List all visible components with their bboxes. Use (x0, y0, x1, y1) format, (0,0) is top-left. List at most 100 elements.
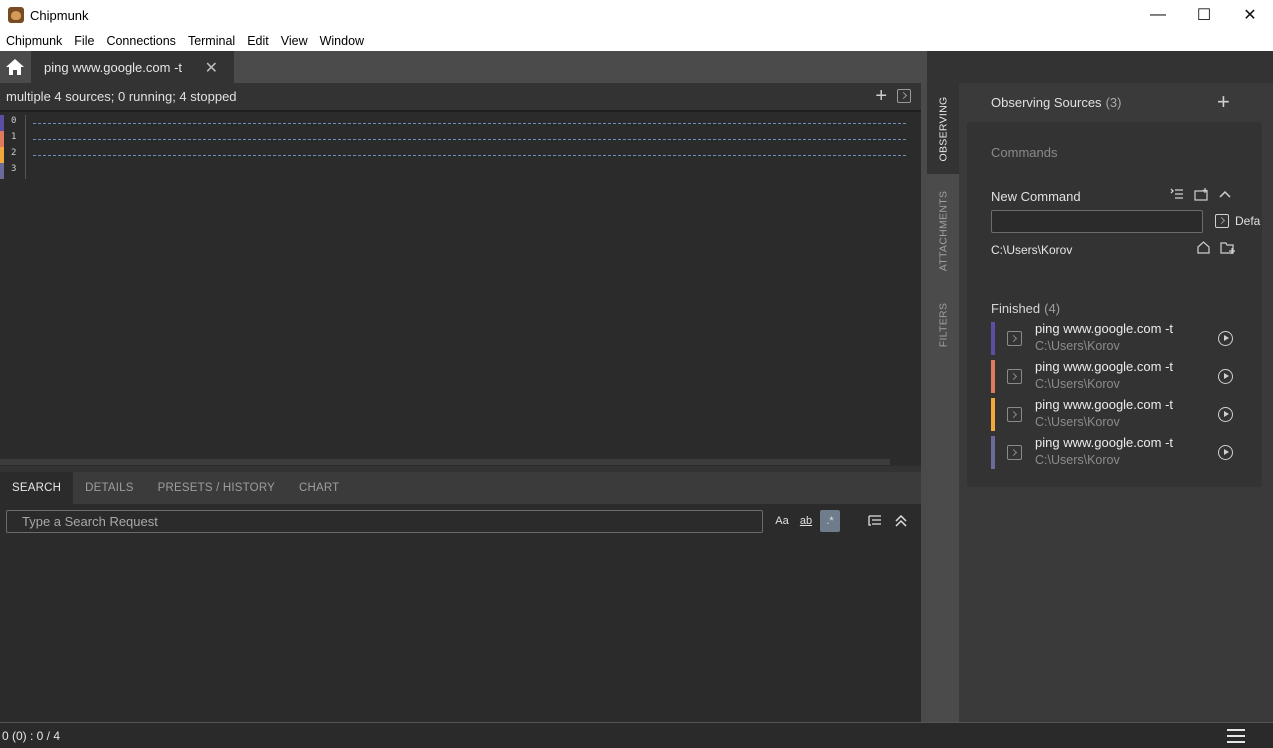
finished-path: C:\Users\Korov (1035, 453, 1120, 467)
source-color-marker (991, 436, 995, 469)
terminal-icon[interactable] (897, 89, 911, 103)
collapse-panel-icon[interactable] (892, 510, 910, 532)
source-color-marker (991, 398, 995, 431)
current-directory: C:\Users\Korov (991, 243, 1073, 257)
observing-sidebar: Observing Sources (3) + Commands New Comm… (959, 83, 1273, 722)
terminal-icon (1007, 369, 1022, 384)
play-icon[interactable] (1218, 369, 1233, 384)
finished-header: Finished (4) (991, 301, 1061, 316)
finished-command: ping www.google.com -t (1035, 397, 1174, 412)
row-separator (33, 139, 906, 140)
finished-command: ping www.google.com -t (1035, 359, 1174, 374)
menu-file[interactable]: File (68, 34, 100, 48)
stream-header: multiple 4 sources; 0 running; 4 stopped… (0, 83, 921, 110)
close-window-button[interactable]: ✕ (1227, 0, 1273, 30)
window-controls: — ☐ ✕ (1135, 0, 1273, 30)
add-source-icon[interactable]: + (875, 86, 887, 106)
row-separator (33, 155, 906, 156)
filter-list-icon[interactable] (866, 510, 884, 532)
source-color-marker (0, 115, 4, 131)
tab-search[interactable]: SEARCH (0, 472, 74, 504)
menu-icon[interactable] (1227, 729, 1245, 743)
maximize-button[interactable]: ☐ (1181, 0, 1227, 30)
terminal-icon (1007, 445, 1022, 460)
title-bar: Chipmunk — ☐ ✕ (0, 0, 1273, 30)
search-panel: Aa ab .* (0, 504, 921, 722)
output-row[interactable]: 1 (0, 131, 906, 147)
row-number: 0 (11, 116, 17, 126)
tab-presets-history[interactable]: PRESETS / HISTORY (146, 472, 287, 504)
source-color-marker (991, 360, 995, 393)
source-color-marker (0, 131, 4, 147)
tab-observing[interactable]: OBSERVING (927, 83, 959, 174)
row-number: 2 (11, 148, 17, 158)
new-terminal-icon[interactable] (1194, 188, 1209, 204)
status-text: 0 (0) : 0 / 4 (2, 728, 61, 743)
finished-path: C:\Users\Korov (1035, 339, 1120, 353)
output-view[interactable]: 0 1 2 3 (0, 110, 921, 466)
command-input[interactable] (991, 210, 1203, 233)
terminal-icon (1215, 214, 1229, 228)
tab-chart[interactable]: CHART (287, 472, 351, 504)
finished-command: ping www.google.com -t (1035, 435, 1174, 450)
commands-label: Commands (991, 145, 1058, 160)
home-icon (6, 59, 24, 75)
regex-toggle[interactable]: .* (820, 510, 840, 532)
menu-terminal[interactable]: Terminal (182, 34, 241, 48)
tab-details[interactable]: DETAILS (73, 472, 145, 504)
default-shell-button[interactable]: Defa (1215, 214, 1260, 228)
minimize-button[interactable]: — (1135, 0, 1181, 30)
tab-close-icon[interactable]: ✕ (205, 58, 218, 78)
finished-command: ping www.google.com -t (1035, 321, 1174, 336)
finished-item[interactable]: ping www.google.com -t C:\Users\Korov (991, 321, 1241, 355)
horizontal-scrollbar[interactable] (0, 459, 890, 465)
play-icon[interactable] (1218, 407, 1233, 422)
home-button[interactable] (0, 51, 30, 83)
lower-tab-bar: SEARCH DETAILS PRESETS / HISTORY CHART (0, 472, 921, 504)
observing-sources-header: Observing Sources (3) (991, 95, 1122, 110)
source-color-marker (0, 163, 4, 179)
menu-connections[interactable]: Connections (100, 34, 182, 48)
terminal-icon (1007, 331, 1022, 346)
menu-chipmunk[interactable]: Chipmunk (0, 34, 68, 48)
status-bar: 0 (0) : 0 / 4 (0, 722, 1273, 748)
menu-window[interactable]: Window (314, 34, 370, 48)
finished-item[interactable]: ping www.google.com -t C:\Users\Korov (991, 435, 1241, 469)
row-number: 1 (11, 132, 17, 142)
output-row[interactable]: 2 (0, 147, 906, 163)
play-icon[interactable] (1218, 331, 1233, 346)
home-directory-icon[interactable] (1197, 241, 1210, 257)
finished-item[interactable]: ping www.google.com -t C:\Users\Korov (991, 397, 1241, 431)
tab-attachments[interactable]: ATTACHMENTS (927, 174, 959, 287)
tab-bar: ping www.google.com -t ✕ (0, 51, 927, 83)
tab-label: ping www.google.com -t (44, 59, 183, 75)
source-color-marker (0, 147, 4, 163)
finished-count: (4) (1044, 301, 1061, 316)
row-number: 3 (11, 164, 17, 174)
chipmunk-logo-icon (8, 7, 24, 23)
source-color-marker (991, 322, 995, 355)
match-case-toggle[interactable]: Aa (772, 510, 792, 532)
play-icon[interactable] (1218, 445, 1233, 460)
terminal-icon (1007, 407, 1022, 422)
choose-folder-icon[interactable] (1220, 241, 1236, 257)
menu-view[interactable]: View (275, 34, 314, 48)
finished-item[interactable]: ping www.google.com -t C:\Users\Korov (991, 359, 1241, 393)
menu-edit[interactable]: Edit (241, 34, 275, 48)
list-options-icon[interactable] (1170, 188, 1184, 204)
sidebar-tabs: OBSERVING ATTACHMENTS FILTERS (927, 83, 959, 722)
commands-card: Commands New Command Defa C:\Users\Korov (967, 122, 1262, 487)
output-row[interactable]: 0 (0, 115, 906, 131)
add-source-button[interactable]: + (1217, 89, 1230, 115)
finished-path: C:\Users\Korov (1035, 377, 1120, 391)
chevron-up-icon[interactable] (1219, 188, 1231, 204)
window-title: Chipmunk (30, 7, 89, 23)
tab-filters[interactable]: FILTERS (927, 287, 959, 363)
sources-count: (3) (1105, 95, 1122, 110)
new-command-label: New Command (991, 189, 1081, 204)
output-row[interactable]: 3 (0, 163, 906, 179)
whole-word-toggle[interactable]: ab (796, 510, 816, 532)
search-input[interactable] (6, 510, 763, 533)
finished-path: C:\Users\Korov (1035, 415, 1120, 429)
tab-ping-session[interactable]: ping www.google.com -t ✕ (31, 51, 234, 83)
